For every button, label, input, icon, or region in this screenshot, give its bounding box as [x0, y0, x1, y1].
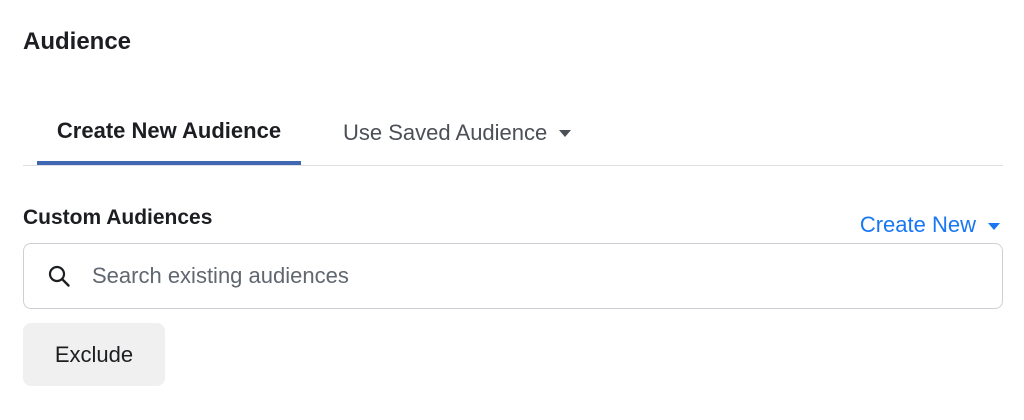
search-icon — [46, 263, 72, 289]
custom-audiences-label: Custom Audiences — [23, 206, 213, 229]
tab-label: Use Saved Audience — [343, 119, 548, 145]
section-title: Audience — [23, 28, 132, 55]
search-input[interactable] — [92, 244, 1002, 308]
caret-down-icon — [559, 130, 572, 137]
tab-label: Create New Audience — [56, 117, 282, 143]
exclude-button[interactable]: Exclude — [23, 323, 165, 386]
audience-tabs: Create New Audience Use Saved Audience — [23, 100, 1003, 166]
create-new-dropdown[interactable]: Create New — [860, 212, 1000, 238]
tab-create-new-audience[interactable]: Create New Audience — [37, 100, 301, 165]
audience-search-box[interactable] — [23, 243, 1003, 309]
create-new-label: Create New — [859, 212, 976, 237]
caret-down-icon — [988, 222, 1000, 230]
tab-use-saved-audience[interactable]: Use Saved Audience — [343, 100, 572, 165]
audience-panel: Audience Create New Audience Use Saved A… — [0, 0, 1024, 420]
